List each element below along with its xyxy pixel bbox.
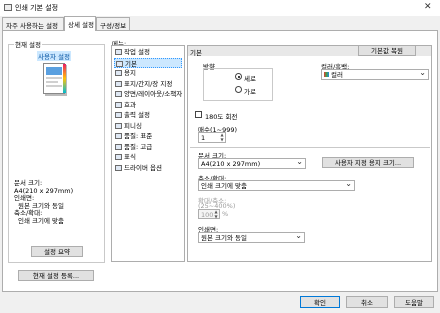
tab-detailed-settings[interactable]: 상세 설정 (64, 16, 96, 31)
job-settings-icon (115, 49, 122, 55)
close-icon[interactable]: ✕ (424, 2, 432, 12)
cancel-button[interactable]: 취소 (346, 296, 388, 308)
menu-item-label: 양면/레이아웃/소책자 (124, 90, 183, 98)
print-side-value: 원본 크기와 동일 (201, 234, 247, 242)
tab-bar: 자주 사용하는 설정 상세 설정 구성/정보 (0, 16, 440, 31)
document-size-value: A4(210 x 297mm) (201, 160, 261, 168)
quality-advanced-icon (115, 143, 122, 150)
duplex-icon (115, 91, 122, 97)
scale-value: 인쇄 크기에 맞춤 (201, 182, 247, 190)
copies-spinner[interactable]: 1 ▲ ▼ (198, 132, 226, 143)
basic-icon (116, 60, 123, 67)
menu-item-cover-slip[interactable]: 표지/간지/장 지정 (114, 79, 182, 90)
color-mode-value: 컬러 (331, 71, 343, 79)
cover-icon (115, 80, 122, 87)
summary-line: 인쇄 크기에 맞춤 (18, 216, 64, 225)
menu-item-quality-standard[interactable]: 품질: 표준 (114, 131, 182, 142)
help-button[interactable]: 도움말 (394, 296, 434, 308)
page-preview (43, 63, 66, 94)
menu-item-finishing[interactable]: 피니싱 (114, 121, 182, 132)
tab-frequent-settings[interactable]: 자주 사용하는 설정 (2, 17, 64, 30)
marks-icon (115, 154, 122, 160)
scale-select[interactable]: 인쇄 크기에 맞춤 (198, 179, 355, 191)
window-title: 인쇄 기본 설정 (15, 4, 59, 12)
portrait-label: 세로 (244, 75, 256, 83)
menu-item-duplex-layout[interactable]: 양면/레이아웃/소책자 (114, 89, 182, 100)
printer-icon (4, 4, 12, 11)
menu-item-label: 효과 (124, 100, 136, 109)
document-size-select[interactable]: A4(210 x 297mm) (198, 157, 306, 169)
portrait-radio[interactable] (235, 73, 242, 80)
settings-summary: 문서 크기: A4(210 x 297mm) 인쇄면: 원본 크기와 동일 축소… (14, 179, 73, 225)
menu-item-label: 드라이버 옵션 (124, 163, 162, 172)
driver-options-icon (115, 164, 122, 171)
menu-item-label: 피니싱 (124, 121, 142, 130)
menu-item-label: 용지 (124, 69, 136, 77)
menu-item-label: 품질: 고급 (124, 142, 153, 151)
quality-icon (115, 133, 122, 139)
section-header: 기본 (190, 49, 202, 57)
custom-paper-size-button[interactable]: 사용자 지정 용지 크기... (322, 157, 414, 168)
rotate-180-label: 180도 회전 (205, 113, 238, 121)
effects-icon (115, 101, 122, 108)
menu-item-label: 표지/간지/장 지정 (124, 79, 173, 88)
ok-button[interactable]: 확인 (300, 296, 340, 308)
zoom-value: 100 (201, 211, 214, 219)
copies-value: 1 (201, 134, 206, 142)
color-icon (324, 72, 329, 77)
menu-item-marks[interactable]: 표식 (114, 152, 182, 163)
menu-item-label: 품질: 표준 (124, 132, 153, 140)
percent-label: % (222, 210, 229, 218)
menu-item-quality-advanced[interactable]: 품질: 고급 (114, 142, 182, 153)
preview-profile-label: 사용자 설정 (37, 51, 71, 61)
output-icon (115, 112, 122, 118)
tab-config-info[interactable]: 구성/정보 (96, 17, 130, 30)
paper-icon (115, 70, 122, 76)
restore-defaults-button[interactable]: 기본값 복원 (358, 45, 416, 56)
landscape-radio[interactable] (235, 86, 242, 93)
section-divider (190, 147, 430, 148)
rotate-180-checkbox[interactable] (195, 111, 202, 118)
zoom-spinner[interactable]: 100 ▲ ▼ (198, 209, 220, 219)
spinner-arrows-icon[interactable]: ▲ ▼ (219, 132, 225, 142)
settings-summary-button[interactable]: 설정 요약 (31, 246, 83, 257)
menu-item-driver-options[interactable]: 드라이버 옵션 (114, 163, 182, 174)
menu-item-effects[interactable]: 효과 (114, 100, 182, 111)
menu-item-output[interactable]: 출력 설정 (114, 110, 182, 121)
print-side-select[interactable]: 원본 크기와 동일 (198, 231, 305, 243)
menu-item-label: 작업 설정 (124, 48, 150, 56)
color-mode-select[interactable]: 컬러 (321, 68, 429, 80)
spinner-arrows-icon[interactable]: ▲ ▼ (213, 209, 219, 218)
menu-item-label: 출력 설정 (124, 111, 150, 119)
menu-item-basic[interactable]: 기본 (114, 57, 182, 68)
menu-item-paper[interactable]: 용지 (114, 68, 182, 79)
landscape-label: 가로 (244, 88, 256, 96)
menu-item-label: 기본 (125, 59, 137, 68)
menu-list: 작업 설정 기본 용지 표지/간지/장 지정 양면/레이아웃/소책자 효과 출력… (111, 45, 185, 262)
title-bar: 인쇄 기본 설정 ✕ (0, 0, 440, 16)
finishing-icon (115, 122, 122, 129)
menu-item-label: 표식 (124, 153, 136, 161)
menu-item-job-settings[interactable]: 작업 설정 (114, 47, 182, 58)
register-current-settings-button[interactable]: 현재 설정 등록... (18, 270, 94, 281)
current-settings-label: 현재 설정 (14, 39, 42, 49)
